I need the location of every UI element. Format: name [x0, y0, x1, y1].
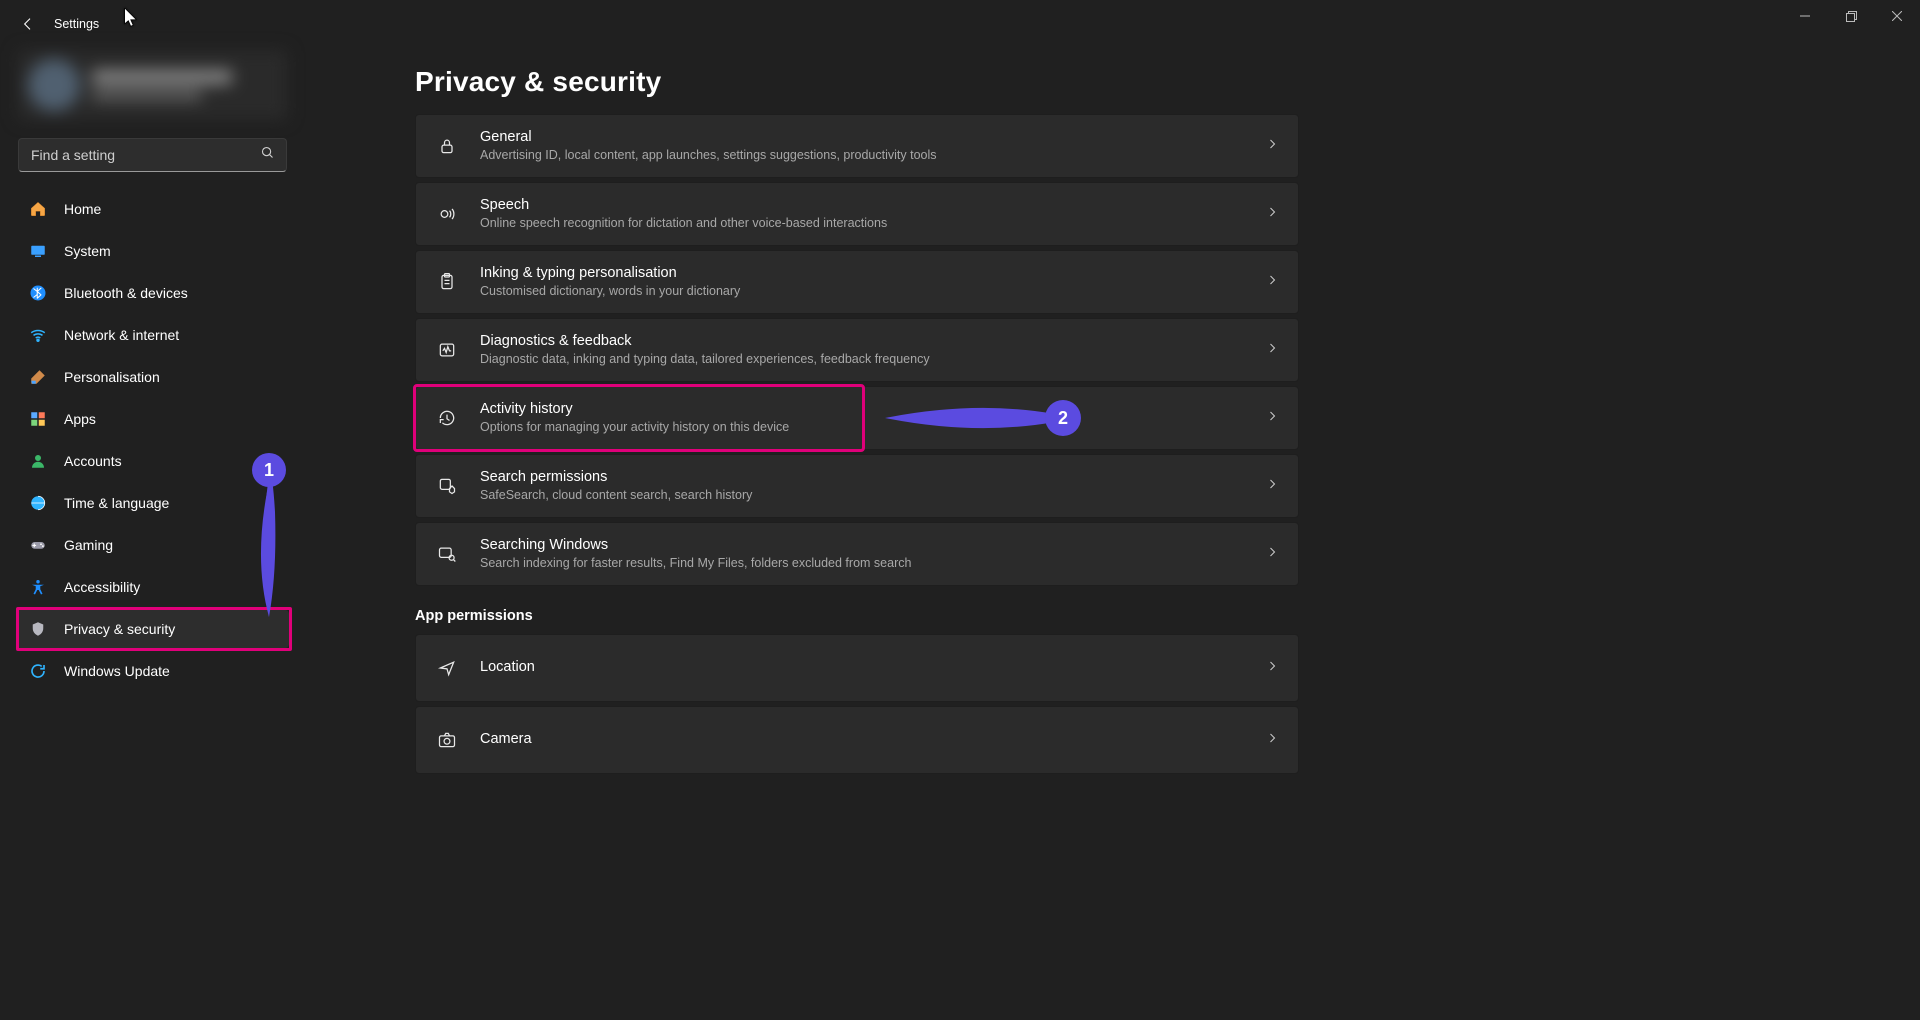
settings-item-camera[interactable]: Camera: [415, 706, 1299, 774]
sidebar-item-label: Accessibility: [64, 579, 140, 595]
page-title: Privacy & security: [415, 66, 1920, 98]
window-controls: [1782, 0, 1920, 32]
item-title: General: [480, 128, 1244, 148]
settings-item-general[interactable]: GeneralAdvertising ID, local content, ap…: [415, 114, 1299, 178]
item-title: Camera: [480, 730, 1244, 750]
sidebar-item-label: Bluetooth & devices: [64, 285, 188, 301]
chevron-right-icon: [1266, 137, 1278, 155]
item-desc: Search indexing for faster results, Find…: [480, 555, 1244, 572]
sidebar-item-label: Windows Update: [64, 663, 170, 679]
chevron-right-icon: [1266, 659, 1278, 677]
clock-globe-icon: [28, 493, 48, 513]
clipboard-icon: [436, 272, 458, 292]
minimize-button[interactable]: [1782, 0, 1828, 32]
titlebar: Settings: [0, 0, 1920, 48]
update-icon: [28, 661, 48, 681]
sidebar-item-accessibility[interactable]: Accessibility: [16, 568, 289, 606]
paintbrush-icon: [28, 367, 48, 387]
search-shield-icon: [436, 476, 458, 496]
sidebar-item-system[interactable]: System: [16, 232, 289, 270]
back-button[interactable]: [8, 4, 48, 44]
sidebar-item-label: Personalisation: [64, 369, 160, 385]
settings-item-searching-windows[interactable]: Searching WindowsSearch indexing for fas…: [415, 522, 1299, 586]
search-box[interactable]: [18, 138, 287, 172]
sidebar-item-label: Gaming: [64, 537, 113, 553]
sidebar-item-label: Home: [64, 201, 101, 217]
sidebar-item-gaming[interactable]: Gaming: [16, 526, 289, 564]
wifi-icon: [28, 325, 48, 345]
item-desc: Options for managing your activity histo…: [480, 419, 1244, 436]
chevron-right-icon: [1266, 477, 1278, 495]
sidebar-item-label: Privacy & security: [64, 621, 175, 637]
lock-icon: [436, 136, 458, 156]
settings-group: Location Camera: [415, 634, 1415, 774]
item-title: Search permissions: [480, 468, 1244, 488]
settings-item-inking[interactable]: Inking & typing personalisationCustomise…: [415, 250, 1299, 314]
home-icon: [28, 199, 48, 219]
maximize-button[interactable]: [1828, 0, 1874, 32]
item-desc: Customised dictionary, words in your dic…: [480, 283, 1244, 300]
user-tile[interactable]: [18, 50, 287, 120]
settings-item-diagnostics[interactable]: Diagnostics & feedbackDiagnostic data, i…: [415, 318, 1299, 382]
gamepad-icon: [28, 535, 48, 555]
sidebar-item-network[interactable]: Network & internet: [16, 316, 289, 354]
nav-list: Home System Bluetooth & devices Network …: [16, 190, 289, 690]
sidebar: Home System Bluetooth & devices Network …: [0, 48, 305, 1020]
chevron-right-icon: [1266, 341, 1278, 359]
speech-icon: [436, 204, 458, 224]
item-title: Activity history: [480, 400, 1244, 420]
chevron-right-icon: [1266, 205, 1278, 223]
shield-icon: [28, 619, 48, 639]
diagnostics-icon: [436, 340, 458, 360]
item-title: Inking & typing personalisation: [480, 264, 1244, 284]
sidebar-item-apps[interactable]: Apps: [16, 400, 289, 438]
sidebar-item-home[interactable]: Home: [16, 190, 289, 228]
search-input[interactable]: [18, 138, 287, 172]
sidebar-item-update[interactable]: Windows Update: [16, 652, 289, 690]
item-title: Location: [480, 658, 1244, 678]
window-title: Settings: [54, 17, 99, 31]
sidebar-item-label: Accounts: [64, 453, 122, 469]
history-icon: [436, 408, 458, 428]
section-header-app-permissions: App permissions: [415, 608, 1920, 624]
chevron-right-icon: [1266, 545, 1278, 563]
item-desc: Diagnostic data, inking and typing data,…: [480, 351, 1244, 368]
chevron-right-icon: [1266, 409, 1278, 427]
main-content: Privacy & security GeneralAdvertising ID…: [305, 48, 1920, 1020]
camera-icon: [436, 730, 458, 750]
bluetooth-icon: [28, 283, 48, 303]
location-icon: [436, 658, 458, 678]
settings-item-speech[interactable]: SpeechOnline speech recognition for dict…: [415, 182, 1299, 246]
sidebar-item-label: System: [64, 243, 111, 259]
search-icon: [260, 145, 275, 165]
settings-item-location[interactable]: Location: [415, 634, 1299, 702]
sidebar-item-label: Time & language: [64, 495, 169, 511]
item-title: Speech: [480, 196, 1244, 216]
avatar: [28, 59, 80, 111]
item-title: Diagnostics & feedback: [480, 332, 1244, 352]
item-desc: Advertising ID, local content, app launc…: [480, 147, 1244, 164]
system-icon: [28, 241, 48, 261]
sidebar-item-accounts[interactable]: Accounts: [16, 442, 289, 480]
sidebar-item-personalisation[interactable]: Personalisation: [16, 358, 289, 396]
apps-icon: [28, 409, 48, 429]
person-icon: [28, 451, 48, 471]
sidebar-item-bluetooth[interactable]: Bluetooth & devices: [16, 274, 289, 312]
search-window-icon: [436, 544, 458, 564]
close-button[interactable]: [1874, 0, 1920, 32]
sidebar-item-label: Network & internet: [64, 327, 179, 343]
chevron-right-icon: [1266, 273, 1278, 291]
sidebar-item-time[interactable]: Time & language: [16, 484, 289, 522]
item-desc: SafeSearch, cloud content search, search…: [480, 487, 1244, 504]
settings-item-search-permissions[interactable]: Search permissionsSafeSearch, cloud cont…: [415, 454, 1299, 518]
item-title: Searching Windows: [480, 536, 1244, 556]
accessibility-icon: [28, 577, 48, 597]
settings-group: GeneralAdvertising ID, local content, ap…: [415, 114, 1415, 586]
settings-item-activity-history[interactable]: Activity historyOptions for managing you…: [415, 386, 1299, 450]
sidebar-item-label: Apps: [64, 411, 96, 427]
sidebar-item-privacy[interactable]: Privacy & security: [16, 610, 289, 648]
chevron-right-icon: [1266, 731, 1278, 749]
item-desc: Online speech recognition for dictation …: [480, 215, 1244, 232]
